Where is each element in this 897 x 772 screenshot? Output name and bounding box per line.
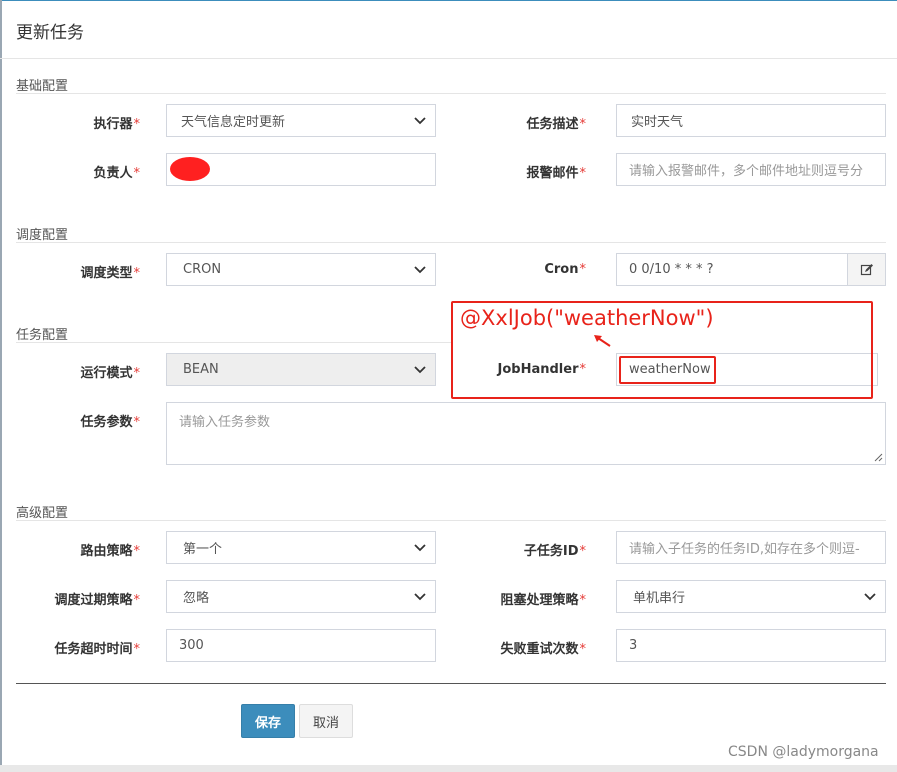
schedule-type-value: CRON: [183, 262, 222, 277]
fail-retry-label: 失败重试次数*: [500, 642, 586, 657]
misfire-strategy-label: 调度过期策略*: [54, 593, 140, 608]
block-strategy-select[interactable]: 单机串行: [616, 580, 886, 613]
timeout-value: 300: [179, 638, 204, 653]
misfire-strategy-select[interactable]: 忽略: [166, 580, 436, 613]
cron-label: Cron*: [544, 262, 586, 277]
job-param-placeholder: 请输入任务参数: [179, 415, 271, 430]
timeout-input[interactable]: 300: [166, 629, 436, 662]
resize-handle-icon[interactable]: [873, 452, 883, 462]
job-desc-value: 实时天气: [631, 115, 684, 130]
alarm-email-label: 报警邮件*: [526, 166, 586, 181]
schedule-type-select[interactable]: CRON: [166, 253, 436, 286]
executor-value: 天气信息定时更新: [181, 115, 286, 130]
annotation-highlight: [619, 356, 716, 384]
cron-edit-button[interactable]: [847, 253, 886, 286]
chevron-down-icon: [414, 266, 426, 274]
block-strategy-label: 阻塞处理策略*: [500, 593, 586, 608]
cron-value: 0 0/10 * * * ?: [629, 262, 714, 277]
child-job-id-input[interactable]: 请输入子任务的任务ID,如存在多个则逗-: [616, 531, 886, 564]
run-mode-select[interactable]: BEAN: [166, 353, 436, 386]
title-divider: [0, 58, 897, 59]
section-title-task: 任务配置: [16, 328, 69, 343]
watermark: CSDN @ladymorgana: [728, 744, 879, 760]
chevron-down-icon: [414, 117, 426, 125]
section-title-basic: 基础配置: [16, 79, 69, 94]
run-mode-value: BEAN: [183, 362, 219, 377]
executor-select[interactable]: 天气信息定时更新: [166, 104, 436, 137]
job-param-label: 任务参数*: [80, 415, 140, 430]
block-strategy-value: 单机串行: [633, 591, 686, 606]
fail-retry-input[interactable]: 3: [616, 629, 886, 662]
misfire-strategy-value: 忽略: [183, 591, 210, 606]
author-label: 负责人*: [93, 166, 140, 181]
section-divider: [16, 520, 886, 521]
section-divider: [16, 93, 886, 94]
chevron-down-icon: [414, 593, 426, 601]
chevron-down-icon: [864, 593, 876, 601]
job-desc-input[interactable]: 实时天气: [616, 104, 886, 137]
section-title-advanced: 高级配置: [16, 506, 69, 521]
section-divider: [16, 242, 886, 243]
annotation-arrow-icon: [594, 335, 611, 347]
route-strategy-value: 第一个: [183, 542, 223, 557]
fail-retry-value: 3: [629, 638, 638, 653]
run-mode-label: 运行模式*: [80, 366, 140, 381]
chevron-down-icon: [414, 366, 426, 374]
annotation-text: @XxlJob("weatherNow"): [460, 306, 714, 330]
page-bottom-bar: [0, 765, 897, 772]
alarm-email-input[interactable]: 请输入报警邮件，多个邮件地址则逗号分: [616, 153, 886, 186]
modal-top-border: [0, 0, 897, 1]
executor-label: 执行器*: [93, 117, 140, 132]
job-param-textarea[interactable]: 请输入任务参数: [166, 402, 886, 465]
footer-divider: [16, 683, 886, 684]
redaction-mark: [170, 157, 210, 181]
child-job-id-placeholder: 请输入子任务的任务ID,如存在多个则逗-: [629, 542, 860, 557]
route-strategy-label: 路由策略*: [80, 544, 140, 559]
save-button[interactable]: 保存: [241, 704, 295, 738]
job-desc-label: 任务描述*: [526, 117, 586, 132]
section-title-schedule: 调度配置: [16, 228, 69, 243]
timeout-label: 任务超时时间*: [54, 642, 140, 657]
edit-icon: [860, 263, 873, 275]
alarm-email-placeholder: 请输入报警邮件，多个邮件地址则逗号分: [629, 164, 864, 179]
schedule-type-label: 调度类型*: [80, 266, 140, 281]
modal-title: 更新任务: [16, 23, 84, 43]
route-strategy-select[interactable]: 第一个: [166, 531, 436, 564]
chevron-down-icon: [414, 544, 426, 552]
section-divider: [16, 342, 451, 343]
cron-input[interactable]: 0 0/10 * * * ?: [616, 253, 848, 286]
cancel-button[interactable]: 取消: [299, 704, 353, 738]
child-job-id-label: 子任务ID*: [523, 544, 586, 559]
